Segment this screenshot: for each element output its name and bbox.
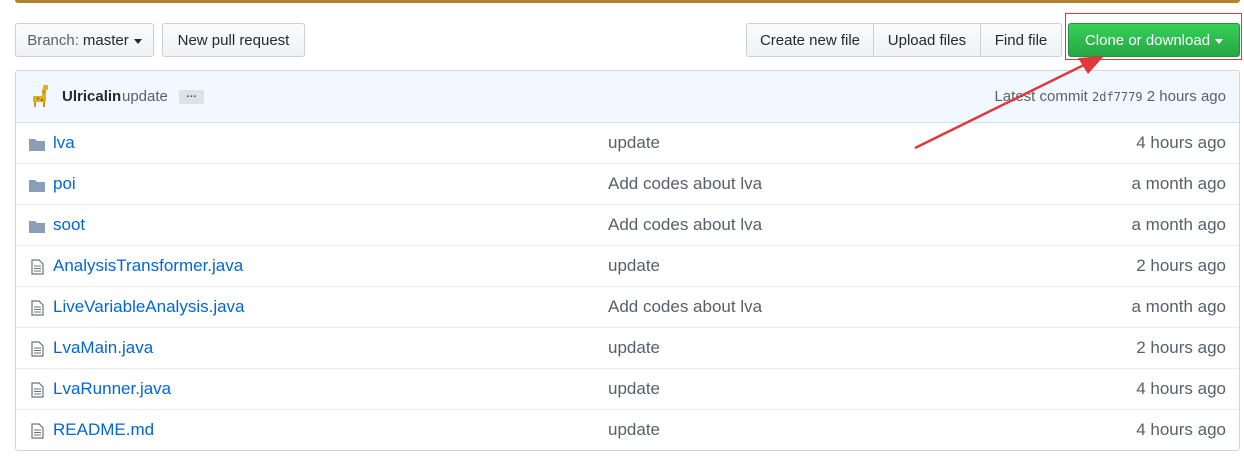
file-name-link[interactable]: AnalysisTransformer.java — [53, 256, 243, 276]
latest-commit-label: Latest commit — [994, 88, 1088, 105]
commit-message-link[interactable]: update — [608, 256, 660, 276]
commit-message-link[interactable]: Add codes about lva — [608, 174, 762, 194]
commit-age: 4 hours ago — [1136, 133, 1226, 152]
commit-message-link[interactable]: Add codes about lva — [608, 297, 762, 317]
file-row: README.md update 4 hours ago — [16, 409, 1239, 450]
branch-value: master — [82, 31, 129, 49]
file-name-link[interactable]: LvaRunner.java — [53, 379, 171, 399]
commit-author[interactable]: Ulricalin — [62, 88, 121, 105]
commit-message-link[interactable]: update — [608, 133, 660, 153]
commit-message-link[interactable]: update — [608, 338, 660, 358]
commit-age: a month ago — [1131, 215, 1226, 234]
folder-icon — [28, 177, 46, 193]
commit-age: 2 hours ago — [1136, 256, 1226, 275]
file-icon — [28, 300, 46, 316]
find-file-button[interactable]: Find file — [981, 23, 1062, 57]
file-name-link[interactable]: poi — [53, 174, 76, 194]
file-actions-group: Create new file Upload files Find file — [746, 23, 1062, 57]
file-row: poi Add codes about lva a month ago — [16, 163, 1239, 204]
file-row: AnalysisTransformer.java update 2 hours ag… — [16, 245, 1239, 286]
caret-down-icon — [133, 38, 142, 44]
file-row: LvaMain.java update 2 hours ago — [16, 327, 1239, 368]
commit-age: 4 hours ago — [1136, 379, 1226, 398]
file-row: lva update 4 hours ago — [16, 123, 1239, 163]
new-pull-request-button[interactable]: New pull request — [162, 23, 305, 57]
commit-age: 4 hours ago — [1136, 420, 1226, 439]
file-icon — [28, 259, 46, 275]
create-new-file-button[interactable]: Create new file — [746, 23, 874, 57]
file-row: LvaRunner.java update 4 hours ago — [16, 368, 1239, 409]
giraffe-avatar-icon[interactable] — [30, 84, 52, 108]
folder-icon — [28, 218, 46, 234]
repo-header-bar — [15, 0, 1240, 3]
file-row: LiveVariableAnalysis.java Add codes about… — [16, 286, 1239, 327]
commit-age: a month ago — [1131, 297, 1226, 316]
file-icon — [28, 341, 46, 357]
commit-age: 2 hours ago — [1146, 88, 1226, 105]
branch-label: Branch: — [27, 31, 79, 49]
commit-message[interactable]: update — [122, 88, 168, 105]
upload-files-button[interactable]: Upload files — [874, 23, 981, 57]
file-name-link[interactable]: LvaMain.java — [53, 338, 153, 358]
file-row: soot Add codes about lva a month ago — [16, 204, 1239, 245]
commit-message-link[interactable]: Add codes about lva — [608, 215, 762, 235]
file-name-link[interactable]: soot — [53, 215, 85, 235]
commit-message-link[interactable]: update — [608, 379, 660, 399]
file-name-link[interactable]: lva — [53, 133, 75, 153]
commit-age: 2 hours ago — [1136, 338, 1226, 357]
file-icon — [28, 382, 46, 398]
annotation-highlight-box — [1065, 13, 1242, 60]
file-name-link[interactable]: LiveVariableAnalysis.java — [53, 297, 245, 317]
file-rows: lva update 4 hours ago poi Add codes about l… — [16, 123, 1239, 450]
commit-age: a month ago — [1131, 174, 1226, 193]
latest-commit-info: Latest commit 2df7779 2 hours ago — [994, 88, 1226, 105]
expand-commit-button[interactable]: … — [179, 89, 204, 104]
commit-sha[interactable]: 2df7779 — [1092, 90, 1143, 104]
file-name-link[interactable]: README.md — [53, 420, 154, 440]
file-icon — [28, 423, 46, 439]
file-list: Ulricalin update … Latest commit 2df7779… — [15, 70, 1240, 451]
folder-icon — [28, 136, 46, 152]
commit-message-link[interactable]: update — [608, 420, 660, 440]
latest-commit-bar: Ulricalin update … Latest commit 2df7779… — [16, 71, 1239, 123]
branch-select-button[interactable]: Branch: master — [15, 23, 154, 57]
